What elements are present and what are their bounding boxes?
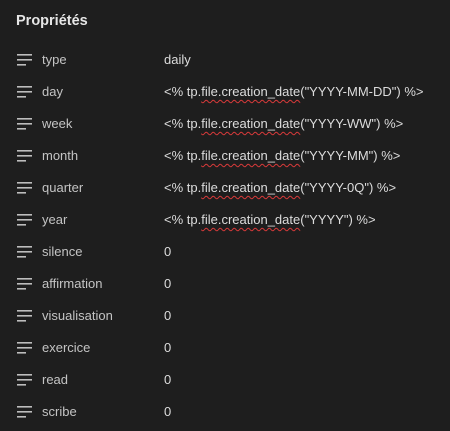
property-key[interactable]: read [42, 372, 68, 387]
property-value[interactable]: <% tp.file.creation_date("YYYY-0Q") %> [164, 180, 396, 195]
property-key[interactable]: week [42, 116, 72, 131]
text-lines-icon[interactable] [17, 342, 33, 354]
text-lines-icon[interactable] [17, 278, 33, 290]
property-key[interactable]: affirmation [42, 276, 102, 291]
text-lines-icon[interactable] [17, 246, 33, 258]
property-value-text: 0 [164, 372, 172, 387]
property-value-text: ("YYYY-MM-DD") %> [300, 84, 424, 99]
spellcheck-flagged-text: file.creation_date [201, 212, 301, 227]
property-key[interactable]: quarter [42, 180, 83, 195]
property-value[interactable]: 0 [164, 244, 171, 259]
text-lines-icon[interactable] [17, 86, 33, 98]
spellcheck-flagged-text: file.creation_date [201, 148, 301, 163]
property-row: year <% tp.file.creation_date("YYYY") %> [0, 204, 450, 236]
property-value-text: ("YYYY-MM") %> [300, 148, 401, 163]
property-value-text: ("YYYY-0Q") %> [300, 180, 397, 195]
property-row: scribe 0 [0, 396, 450, 428]
property-value-text: <% tp. [164, 180, 202, 195]
text-lines-icon[interactable] [17, 214, 33, 226]
property-value[interactable]: daily [164, 52, 191, 67]
property-row: week <% tp.file.creation_date("YYYY-WW") … [0, 108, 450, 140]
property-row: silence 0 [0, 236, 450, 268]
property-value[interactable]: 0 [164, 276, 171, 291]
property-value-text: <% tp. [164, 148, 202, 163]
property-row: month <% tp.file.creation_date("YYYY-MM")… [0, 140, 450, 172]
property-row: read 0 [0, 364, 450, 396]
property-value[interactable]: 0 [164, 308, 171, 323]
text-lines-icon[interactable] [17, 118, 33, 130]
property-value[interactable]: 0 [164, 340, 171, 355]
property-value-text: daily [164, 52, 191, 67]
property-row: type daily [0, 44, 450, 76]
property-key[interactable]: year [42, 212, 67, 227]
property-value-text: ("YYYY") %> [300, 212, 376, 227]
property-value[interactable]: <% tp.file.creation_date("YYYY-MM-DD") %… [164, 84, 423, 99]
property-key[interactable]: exercice [42, 340, 90, 355]
property-value-text: 0 [164, 308, 172, 323]
property-value-text: 0 [164, 276, 172, 291]
property-value[interactable]: 0 [164, 404, 171, 419]
text-lines-icon[interactable] [17, 406, 33, 418]
properties-panel: Propriétés type daily day <% tp.file.creati… [0, 0, 450, 431]
property-value[interactable]: <% tp.file.creation_date("YYYY") %> [164, 212, 376, 227]
property-value[interactable]: 0 [164, 372, 171, 387]
property-row: exercice 0 [0, 332, 450, 364]
property-key[interactable]: month [42, 148, 78, 163]
property-value-text: 0 [164, 340, 172, 355]
text-lines-icon[interactable] [17, 182, 33, 194]
property-row: affirmation 0 [0, 268, 450, 300]
text-lines-icon[interactable] [17, 150, 33, 162]
text-lines-icon[interactable] [17, 310, 33, 322]
spellcheck-flagged-text: file.creation_date [201, 84, 301, 99]
spellcheck-flagged-text: file.creation_date [201, 116, 301, 131]
property-value-text: ("YYYY-WW") %> [300, 116, 404, 131]
property-key[interactable]: day [42, 84, 63, 99]
properties-list: type daily day <% tp.file.creation_date("YY… [0, 44, 450, 428]
property-key[interactable]: type [42, 52, 67, 67]
property-row: quarter <% tp.file.creation_date("YYYY-0Q… [0, 172, 450, 204]
property-value[interactable]: <% tp.file.creation_date("YYYY-MM") %> [164, 148, 400, 163]
properties-title: Propriétés [16, 13, 88, 29]
property-value-text: <% tp. [164, 212, 202, 227]
property-value-text: 0 [164, 404, 172, 419]
property-key[interactable]: visualisation [42, 308, 113, 323]
property-key[interactable]: scribe [42, 404, 77, 419]
property-value[interactable]: <% tp.file.creation_date("YYYY-WW") %> [164, 116, 403, 131]
property-row: day <% tp.file.creation_date("YYYY-MM-DD"… [0, 76, 450, 108]
property-row: visualisation 0 [0, 300, 450, 332]
text-lines-icon[interactable] [17, 54, 33, 66]
property-key[interactable]: silence [42, 244, 82, 259]
property-value-text: <% tp. [164, 116, 202, 131]
property-value-text: <% tp. [164, 84, 202, 99]
text-lines-icon[interactable] [17, 374, 33, 386]
spellcheck-flagged-text: file.creation_date [201, 180, 301, 195]
property-value-text: 0 [164, 244, 172, 259]
